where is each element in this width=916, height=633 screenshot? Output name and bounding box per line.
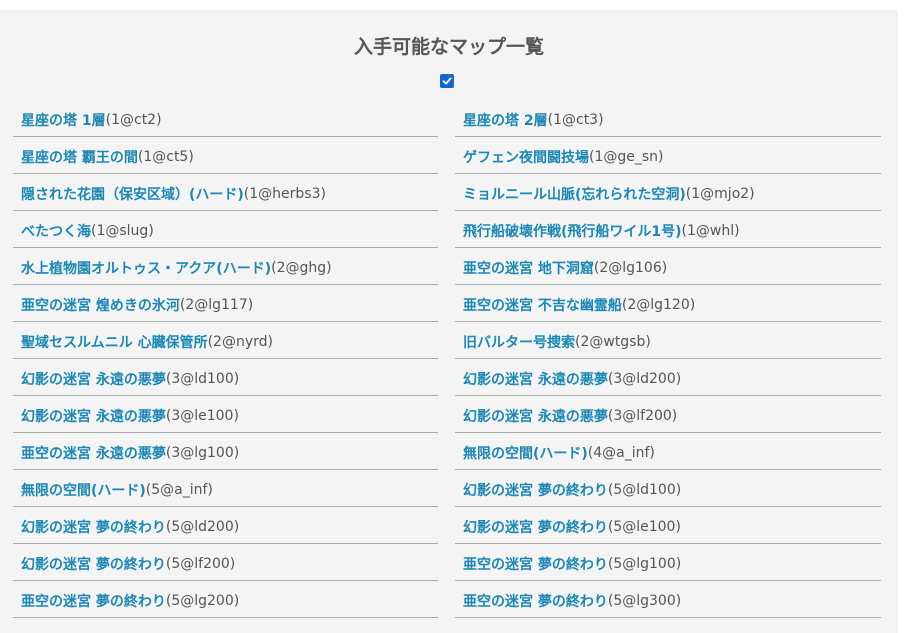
map-list-item: ゲフェン夜間闘技場 (1@ge_sn) bbox=[455, 137, 881, 174]
map-code: (4@a_inf) bbox=[587, 445, 655, 461]
map-name-link[interactable]: 亜空の迷宮 夢の終わり bbox=[463, 554, 608, 574]
map-code: (5@lf200) bbox=[165, 556, 236, 572]
map-name-link[interactable]: 星座の塔 1層 bbox=[21, 110, 106, 130]
map-name-link[interactable]: 水上植物園オルトゥス・アクア(ハード) bbox=[21, 258, 271, 278]
map-name-link[interactable]: 幻影の迷宮 夢の終わり bbox=[463, 517, 608, 537]
map-name-link[interactable]: 亜空の迷宮 夢の終わり bbox=[463, 591, 608, 611]
map-name-link[interactable]: 飛行船破壊作戦(飛行船ワイル1号) bbox=[463, 221, 682, 241]
map-name-link[interactable]: 無限の空間(ハード) bbox=[463, 443, 588, 463]
map-name-link[interactable]: 幻影の迷宮 夢の終わり bbox=[463, 480, 608, 500]
map-list-item: 星座の塔 覇王の間 (1@ct5) bbox=[13, 137, 438, 174]
map-code: (2@nyrd) bbox=[207, 334, 273, 350]
map-list-item: 星座の塔 2層 (1@ct3) bbox=[455, 100, 881, 137]
map-list-item: 幻影の迷宮 夢の終わり (5@ld200) bbox=[13, 507, 438, 544]
map-name-link[interactable]: 幻影の迷宮 永遠の悪夢 bbox=[463, 406, 608, 426]
map-name-link[interactable]: 幻影の迷宮 夢の終わり bbox=[21, 517, 166, 537]
map-list-item: 亜空の迷宮 夢の終わり (5@lg200) bbox=[13, 581, 438, 618]
map-code: (1@ct5) bbox=[137, 149, 194, 165]
page-title: 入手可能なマップ一覧 bbox=[347, 34, 551, 60]
map-list-item: 幻影の迷宮 永遠の悪夢 (3@ld200) bbox=[455, 359, 881, 396]
map-list-item: 亜空の迷宮 地下洞窟 (2@lg106) bbox=[455, 248, 881, 285]
map-code: (5@lg200) bbox=[165, 593, 240, 609]
map-list-item: 亜空の迷宮 夢の終わり (5@lg300) bbox=[455, 581, 881, 618]
map-code: (1@ct3) bbox=[547, 112, 604, 128]
map-list-item: 幻影の迷宮 永遠の悪夢 (3@lf200) bbox=[455, 396, 881, 433]
map-code: (3@ld200) bbox=[607, 371, 682, 387]
map-name-link[interactable]: 幻影の迷宮 永遠の悪夢 bbox=[21, 369, 166, 389]
map-list-item: 幻影の迷宮 夢の終わり (5@lf200) bbox=[13, 544, 438, 581]
map-list-item: 亜空の迷宮 永遠の悪夢 (3@lg100) bbox=[13, 433, 438, 470]
map-name-link[interactable]: ミョルニール山脈(忘れられた空洞) bbox=[463, 184, 686, 204]
map-code: (1@slug) bbox=[91, 223, 154, 239]
page-title-text: 入手可能なマップ一覧 bbox=[353, 36, 544, 58]
map-name-link[interactable]: 亜空の迷宮 地下洞窟 bbox=[463, 258, 594, 278]
title-container: 入手可能なマップ一覧 bbox=[0, 34, 898, 60]
map-code: (3@le100) bbox=[165, 408, 239, 424]
map-list-item: 無限の空間(ハード) (4@a_inf) bbox=[455, 433, 881, 470]
map-name-link[interactable]: 亜空の迷宮 永遠の悪夢 bbox=[21, 443, 166, 463]
map-code: (2@ghg) bbox=[271, 260, 332, 276]
map-list-item: 飛行船破壊作戦(飛行船ワイル1号) (1@whl) bbox=[455, 211, 881, 248]
map-list-left-column: 星座の塔 1層 (1@ct2) 星座の塔 覇王の間 (1@ct5) 隠された花園（保安区… bbox=[13, 100, 438, 618]
map-name-link[interactable]: 幻影の迷宮 永遠の悪夢 bbox=[21, 406, 166, 426]
map-code: (3@lf200) bbox=[607, 408, 678, 424]
map-code: (1@ge_sn) bbox=[589, 149, 664, 165]
map-code: (2@lg106) bbox=[593, 260, 668, 276]
checkmark-icon bbox=[442, 77, 452, 85]
map-name-link[interactable]: 亜空の迷宮 不吉な幽霊船 bbox=[463, 295, 622, 315]
map-code: (1@ct2) bbox=[105, 112, 162, 128]
map-code: (1@whl) bbox=[681, 223, 740, 239]
map-name-link[interactable]: 幻影の迷宮 夢の終わり bbox=[21, 554, 166, 574]
map-code: (5@lg300) bbox=[607, 593, 682, 609]
map-name-link[interactable]: ゲフェン夜間闘技場 bbox=[463, 147, 589, 167]
map-list-right-column: 星座の塔 2層 (1@ct3) ゲフェン夜間闘技場 (1@ge_sn) ミョルニール山脈… bbox=[455, 100, 881, 618]
map-code: (5@lg100) bbox=[607, 556, 682, 572]
map-list-item: 幻影の迷宮 夢の終わり (5@le100) bbox=[455, 507, 881, 544]
map-code: (5@le100) bbox=[607, 519, 681, 535]
map-name-link[interactable]: 亜空の迷宮 夢の終わり bbox=[21, 591, 166, 611]
map-name-link[interactable]: べたつく海 bbox=[21, 221, 91, 241]
map-code: (5@ld100) bbox=[607, 482, 682, 498]
map-list-item: 幻影の迷宮 永遠の悪夢 (3@le100) bbox=[13, 396, 438, 433]
map-name-link[interactable]: 隠された花園（保安区域）(ハード) bbox=[21, 184, 244, 204]
map-list-item: 隠された花園（保安区域）(ハード) (1@herbs3) bbox=[13, 174, 438, 211]
map-list-item: 水上植物園オルトゥス・アクア(ハード) (2@ghg) bbox=[13, 248, 438, 285]
map-list-item: 亜空の迷宮 夢の終わり (5@lg100) bbox=[455, 544, 881, 581]
map-list-item: 亜空の迷宮 不吉な幽霊船 (2@lg120) bbox=[455, 285, 881, 322]
filter-checkbox[interactable] bbox=[440, 74, 454, 88]
map-list-item: 亜空の迷宮 煌めきの氷河 (2@lg117) bbox=[13, 285, 438, 322]
map-name-link[interactable]: 旧バルター号捜索 bbox=[463, 332, 575, 352]
map-code: (2@wtgsb) bbox=[575, 334, 651, 350]
map-list-item: ミョルニール山脈(忘れられた空洞) (1@mjo2) bbox=[455, 174, 881, 211]
map-list-item: 幻影の迷宮 夢の終わり (5@ld100) bbox=[455, 470, 881, 507]
map-code: (3@ld100) bbox=[165, 371, 240, 387]
map-list-item: 無限の空間(ハード) (5@a_inf) bbox=[13, 470, 438, 507]
map-name-link[interactable]: 無限の空間(ハード) bbox=[21, 480, 146, 500]
map-code: (2@lg117) bbox=[179, 297, 254, 313]
map-code: (1@herbs3) bbox=[243, 186, 326, 202]
map-list-item: 星座の塔 1層 (1@ct2) bbox=[13, 100, 438, 137]
map-name-link[interactable]: 聖域セスルムニル 心臓保管所 bbox=[21, 332, 208, 352]
map-name-link[interactable]: 星座の塔 2層 bbox=[463, 110, 548, 130]
map-code: (3@lg100) bbox=[165, 445, 240, 461]
map-name-link[interactable]: 幻影の迷宮 永遠の悪夢 bbox=[463, 369, 608, 389]
map-list-item: 旧バルター号捜索 (2@wtgsb) bbox=[455, 322, 881, 359]
map-list-item: 幻影の迷宮 永遠の悪夢 (3@ld100) bbox=[13, 359, 438, 396]
map-code: (5@ld200) bbox=[165, 519, 240, 535]
map-code: (2@lg120) bbox=[621, 297, 696, 313]
map-list-item: べたつく海 (1@slug) bbox=[13, 211, 438, 248]
map-list-item: 聖域セスルムニル 心臓保管所 (2@nyrd) bbox=[13, 322, 438, 359]
map-name-link[interactable]: 星座の塔 覇王の間 bbox=[21, 147, 138, 167]
map-code: (1@mjo2) bbox=[685, 186, 755, 202]
map-code: (5@a_inf) bbox=[145, 482, 213, 498]
map-name-link[interactable]: 亜空の迷宮 煌めきの氷河 bbox=[21, 295, 180, 315]
map-list-panel: 入手可能なマップ一覧 星座の塔 1層 (1@ct2) 星座の塔 覇王の間 (1@ct5… bbox=[0, 10, 898, 633]
